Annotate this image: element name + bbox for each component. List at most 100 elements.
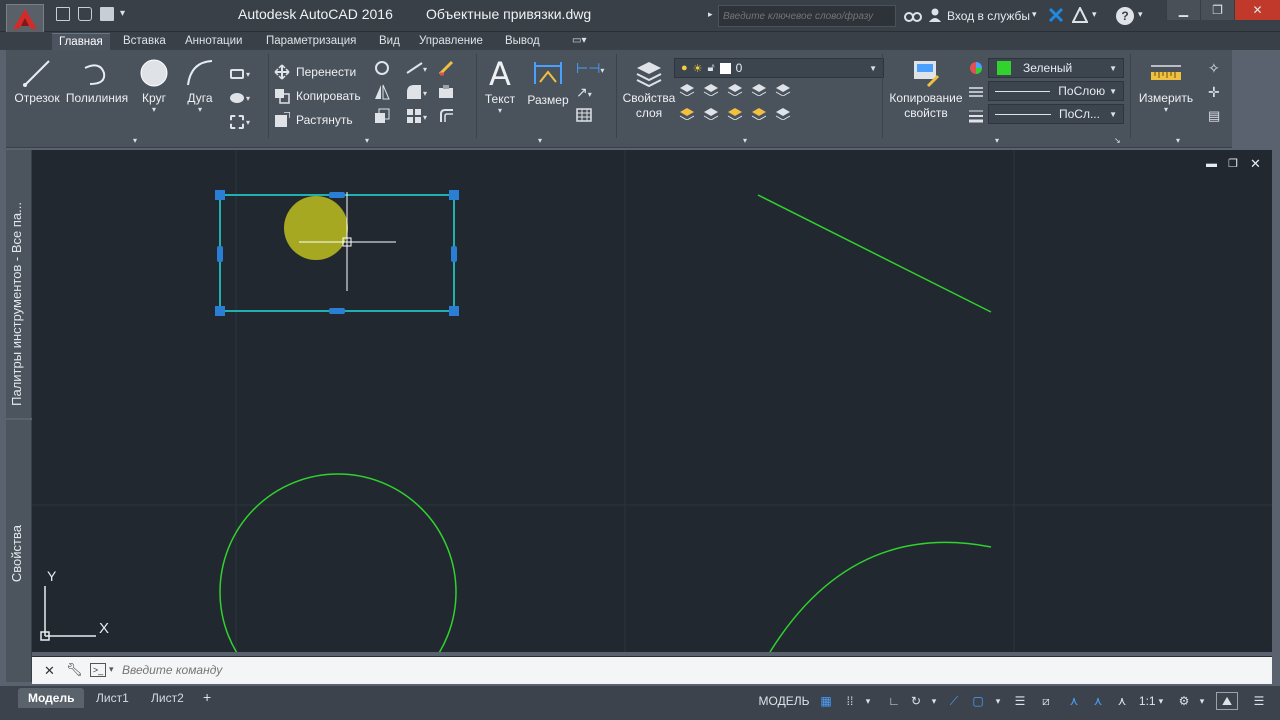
circle-tool[interactable]: Круг ▾: [132, 58, 176, 114]
polar-tracking-icon[interactable]: ↻: [906, 690, 926, 712]
layer-tool-icon[interactable]: [750, 82, 770, 106]
layout-tab-model[interactable]: Модель: [18, 688, 85, 708]
modify-panel-expand-icon[interactable]: ▾: [365, 136, 369, 145]
lineweight-dropdown[interactable]: ПоСл... ▼: [988, 104, 1124, 124]
fillet-icon[interactable]: ▾: [406, 84, 436, 108]
leader-icon[interactable]: ↗▾: [576, 84, 612, 108]
isometric-drafting-icon[interactable]: ⟋: [944, 690, 964, 712]
match-properties-tool[interactable]: Копирование свойств: [886, 58, 966, 121]
snap-mode-icon[interactable]: ⁞⁞: [840, 690, 860, 712]
layer-tool-icon[interactable]: [750, 106, 770, 130]
command-prompt-icon[interactable]: >_: [90, 663, 106, 677]
properties-panel[interactable]: Свойства: [6, 420, 32, 682]
quick-access-dropdown-icon[interactable]: ▾: [120, 8, 136, 22]
offset-icon[interactable]: [438, 108, 468, 132]
tab-view[interactable]: Вид: [372, 33, 407, 50]
close-window-button[interactable]: ✕: [1234, 0, 1280, 20]
workspace-gear-icon[interactable]: ⚙: [1174, 690, 1194, 712]
customization-menu-icon[interactable]: ☰: [1248, 690, 1270, 712]
drawing-canvas[interactable]: [32, 150, 1272, 652]
layer-tool-icon[interactable]: [702, 82, 722, 106]
exchange-icon[interactable]: [1048, 7, 1064, 23]
tab-parametric[interactable]: Параметризация: [259, 33, 363, 50]
lineweight-display-icon[interactable]: ☰: [1010, 690, 1030, 712]
viewport-restore-button[interactable]: ❐: [1228, 157, 1238, 170]
add-layout-icon[interactable]: +: [203, 689, 211, 705]
clean-screen-icon[interactable]: ⛰: [1216, 692, 1238, 710]
search-input[interactable]: [723, 10, 893, 22]
layer-tool-icon[interactable]: [702, 106, 722, 130]
arc-dropdown-icon[interactable]: ▾: [180, 105, 220, 114]
autodesk-360-icon[interactable]: [1071, 5, 1089, 23]
workspace-dropdown-icon[interactable]: ▾: [1196, 690, 1208, 712]
command-customize-icon[interactable]: 🔧︎: [66, 662, 83, 678]
layer-tool-icon[interactable]: [678, 106, 698, 130]
tab-insert[interactable]: Вставка: [116, 33, 173, 50]
tab-output[interactable]: Вывод: [498, 33, 547, 50]
draw-panel-expand-icon[interactable]: ▾: [133, 136, 137, 145]
open-file-icon[interactable]: [78, 7, 92, 21]
snap-dropdown-icon[interactable]: ▾: [862, 690, 874, 712]
copy-tool[interactable]: Копировать: [274, 84, 370, 108]
annotation-scale-dropdown[interactable]: 1:1 ▾: [1134, 690, 1168, 712]
application-menu-button[interactable]: [6, 4, 44, 34]
signin-link[interactable]: Вход в службы: [947, 9, 1030, 23]
layer-properties-tool[interactable]: Свойства слоя: [618, 58, 680, 121]
auto-scale-icon[interactable]: ⋏: [1088, 690, 1108, 712]
stretch-tool[interactable]: Растянуть: [274, 108, 370, 132]
layer-tool-icon[interactable]: [774, 106, 794, 130]
object-snap-dropdown-icon[interactable]: ▾: [992, 690, 1004, 712]
properties-panel-expand-icon[interactable]: ▾: [995, 136, 999, 145]
command-close-icon[interactable]: ✕: [44, 663, 55, 679]
arc-tool[interactable]: Дуга ▾: [180, 58, 220, 114]
scale-icon[interactable]: [374, 108, 404, 132]
ortho-icon[interactable]: ∟: [884, 690, 904, 712]
grid-display-icon[interactable]: ▦: [816, 690, 836, 712]
line-tool[interactable]: Отрезок: [12, 58, 62, 105]
measure-tool[interactable]: Измерить ▾: [1134, 60, 1198, 114]
tab-manage[interactable]: Управление: [412, 33, 490, 50]
color-dropdown[interactable]: Зеленый ▼: [988, 58, 1124, 78]
new-file-icon[interactable]: [56, 7, 70, 21]
annotation-scale-icon[interactable]: ⋏: [1112, 690, 1132, 712]
mirror-icon[interactable]: [374, 84, 404, 108]
drawn-line[interactable]: [757, 194, 992, 313]
layers-panel-expand-icon[interactable]: ▾: [743, 136, 747, 145]
point-icon[interactable]: ✛: [1208, 84, 1226, 108]
text-tool[interactable]: A Текст ▾: [480, 56, 520, 115]
binoculars-icon[interactable]: [904, 8, 922, 22]
table-icon[interactable]: [576, 108, 612, 132]
calculator-icon[interactable]: ▤: [1208, 108, 1226, 132]
viewport-close-button[interactable]: ✕: [1250, 156, 1261, 172]
annotation-visibility-icon[interactable]: ⋏: [1064, 690, 1084, 712]
command-input-box[interactable]: [122, 659, 822, 681]
layer-tool-icon[interactable]: [726, 106, 746, 130]
move-tool[interactable]: Перенести: [274, 60, 370, 84]
linear-dimension-icon[interactable]: ⊢⊣▾: [576, 60, 612, 84]
polar-dropdown-icon[interactable]: ▾: [928, 690, 940, 712]
ribbon-display-toggle-icon[interactable]: ▭▾: [572, 35, 598, 47]
rotate-icon[interactable]: [374, 60, 404, 84]
boundary-tool[interactable]: ▾: [230, 110, 260, 134]
transparency-icon[interactable]: ⧄: [1036, 690, 1056, 712]
search-box[interactable]: [718, 5, 896, 27]
tab-annotate[interactable]: Аннотации: [178, 33, 249, 50]
utilities-panel-expand-icon[interactable]: ▾: [1176, 136, 1180, 145]
layer-tool-icon[interactable]: [678, 82, 698, 106]
properties-dialog-launcher-icon[interactable]: ↘: [1114, 136, 1121, 145]
object-snap-icon[interactable]: ▢: [968, 690, 988, 712]
explode-icon[interactable]: [438, 84, 468, 108]
annotation-panel-expand-icon[interactable]: ▾: [538, 136, 542, 145]
model-space-button[interactable]: МОДЕЛЬ: [756, 690, 812, 712]
tab-home[interactable]: Главная: [52, 33, 110, 50]
recent-commands-dropdown-icon[interactable]: ▾: [109, 664, 114, 675]
text-dropdown-icon[interactable]: ▾: [480, 106, 520, 115]
array-icon[interactable]: ▾: [406, 108, 436, 132]
layout-tab-sheet2[interactable]: Лист2: [141, 688, 194, 708]
drawn-circle[interactable]: [219, 473, 457, 652]
drawn-arc[interactable]: [769, 541, 992, 652]
layer-tool-icon[interactable]: [726, 82, 746, 106]
linetype-dropdown[interactable]: ПоСлою ▼: [988, 81, 1124, 101]
minimize-window-button[interactable]: ▁: [1166, 0, 1200, 20]
trim-icon[interactable]: ▾: [406, 60, 436, 84]
